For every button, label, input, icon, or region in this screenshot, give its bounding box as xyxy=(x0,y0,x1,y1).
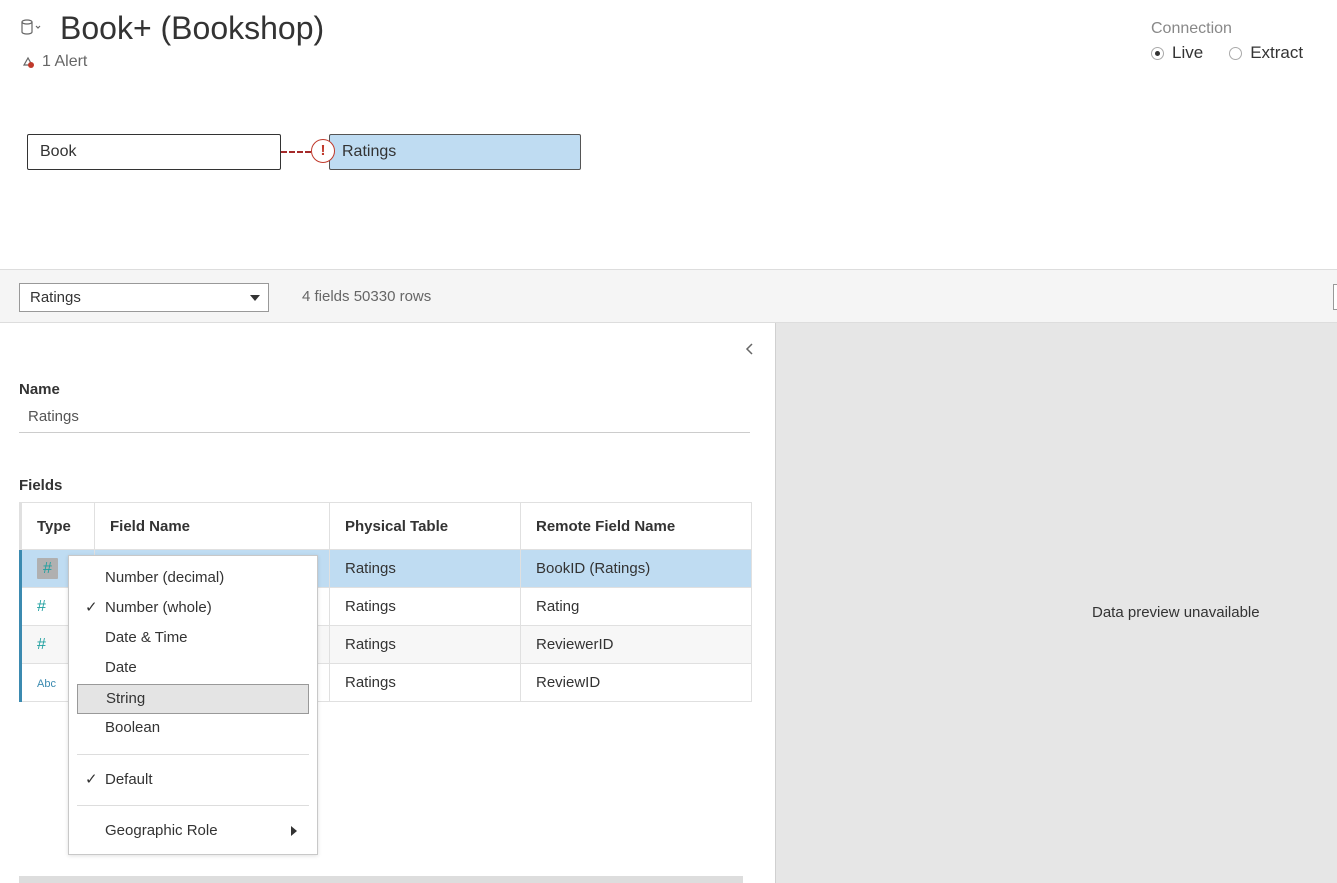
page-title[interactable]: Book+ (Bookshop) xyxy=(60,8,324,48)
join-line[interactable] xyxy=(281,151,311,153)
preview-message: Data preview unavailable xyxy=(1092,604,1260,621)
fields-label: Fields xyxy=(19,477,63,494)
menu-separator xyxy=(77,754,309,755)
connection-live-label: Live xyxy=(1172,43,1204,62)
alert-indicator[interactable]: 1 Alert xyxy=(22,53,87,71)
menu-item-date[interactable]: Date xyxy=(77,653,309,683)
remote-field-name-cell: ReviewID xyxy=(520,663,752,702)
name-label: Name xyxy=(19,381,60,398)
connection-live-radio[interactable]: Live xyxy=(1151,43,1203,63)
menu-item-number-whole[interactable]: ✓ Number (whole) xyxy=(77,593,309,623)
name-underline xyxy=(19,432,750,433)
menu-item-geographic-role[interactable]: Geographic Role xyxy=(77,816,309,846)
alert-icon xyxy=(22,56,34,68)
menu-item-label: Geographic Role xyxy=(105,822,218,839)
number-type-icon[interactable]: # xyxy=(37,636,46,653)
menu-item-default[interactable]: ✓ Default xyxy=(77,765,309,795)
data-preview-pane xyxy=(775,323,1337,883)
menu-separator xyxy=(77,805,309,806)
caret-down-icon xyxy=(250,295,260,301)
chevron-left-icon[interactable] xyxy=(744,342,756,358)
checkmark-icon: ✓ xyxy=(85,771,98,788)
col-header-remote-field-name[interactable]: Remote Field Name xyxy=(520,502,752,550)
menu-item-boolean[interactable]: Boolean xyxy=(77,713,309,743)
table-select[interactable]: Ratings xyxy=(19,283,269,312)
datasource-icon[interactable] xyxy=(20,18,41,38)
remote-field-name-cell: BookID (Ratings) xyxy=(520,549,752,588)
join-warning-icon[interactable]: ! xyxy=(311,139,335,163)
horizontal-scrollbar[interactable] xyxy=(19,876,743,883)
radio-selected-icon xyxy=(1151,46,1164,60)
menu-item-label: Date xyxy=(105,659,137,676)
alert-text: 1 Alert xyxy=(42,53,88,70)
menu-item-label: Default xyxy=(105,771,153,788)
menu-item-date-time[interactable]: Date & Time xyxy=(77,623,309,653)
physical-table-cell: Ratings xyxy=(329,549,521,588)
name-field[interactable]: Ratings xyxy=(28,408,79,425)
col-header-physical-table[interactable]: Physical Table xyxy=(329,502,521,550)
connection-extract-radio[interactable]: Extract xyxy=(1229,43,1303,63)
fields-header-row: Type Field Name Physical Table Remote Fi… xyxy=(19,502,752,550)
col-header-field-name[interactable]: Field Name xyxy=(94,502,330,550)
menu-item-label: Date & Time xyxy=(105,629,188,646)
remote-field-name-cell: Rating xyxy=(520,587,752,626)
physical-table-cell: Ratings xyxy=(329,625,521,664)
table-select-value: Ratings xyxy=(30,289,81,306)
col-header-type[interactable]: Type xyxy=(19,502,95,550)
number-type-icon[interactable]: # xyxy=(37,598,46,615)
menu-item-string[interactable]: String xyxy=(77,684,309,714)
data-type-menu: Number (decimal) ✓ Number (whole) Date &… xyxy=(68,555,318,855)
connection-extract-label: Extract xyxy=(1250,43,1304,62)
remote-field-name-cell: ReviewerID xyxy=(520,625,752,664)
menu-item-label: String xyxy=(106,690,146,707)
physical-table-cell: Ratings xyxy=(329,587,521,626)
menu-item-number-decimal[interactable]: Number (decimal) xyxy=(77,563,309,593)
canvas-table-ratings[interactable]: Ratings xyxy=(329,134,581,170)
radio-unselected-icon xyxy=(1229,46,1243,60)
toolbar-edge-control[interactable] xyxy=(1333,284,1337,310)
connection-options: Live Extract xyxy=(1151,43,1303,63)
menu-item-label: Number (decimal) xyxy=(105,569,225,586)
menu-item-label: Number (whole) xyxy=(105,599,212,616)
chevron-right-icon xyxy=(291,826,297,836)
physical-table-cell: Ratings xyxy=(329,663,521,702)
field-row-counts: 4 fields 50330 rows xyxy=(302,288,432,305)
connection-label: Connection xyxy=(1151,20,1232,37)
number-type-icon[interactable]: # xyxy=(37,557,58,579)
menu-item-label: Boolean xyxy=(105,719,161,736)
string-type-icon[interactable]: Abc xyxy=(37,678,56,690)
canvas-table-book[interactable]: Book xyxy=(27,134,281,170)
checkmark-icon: ✓ xyxy=(85,599,98,616)
